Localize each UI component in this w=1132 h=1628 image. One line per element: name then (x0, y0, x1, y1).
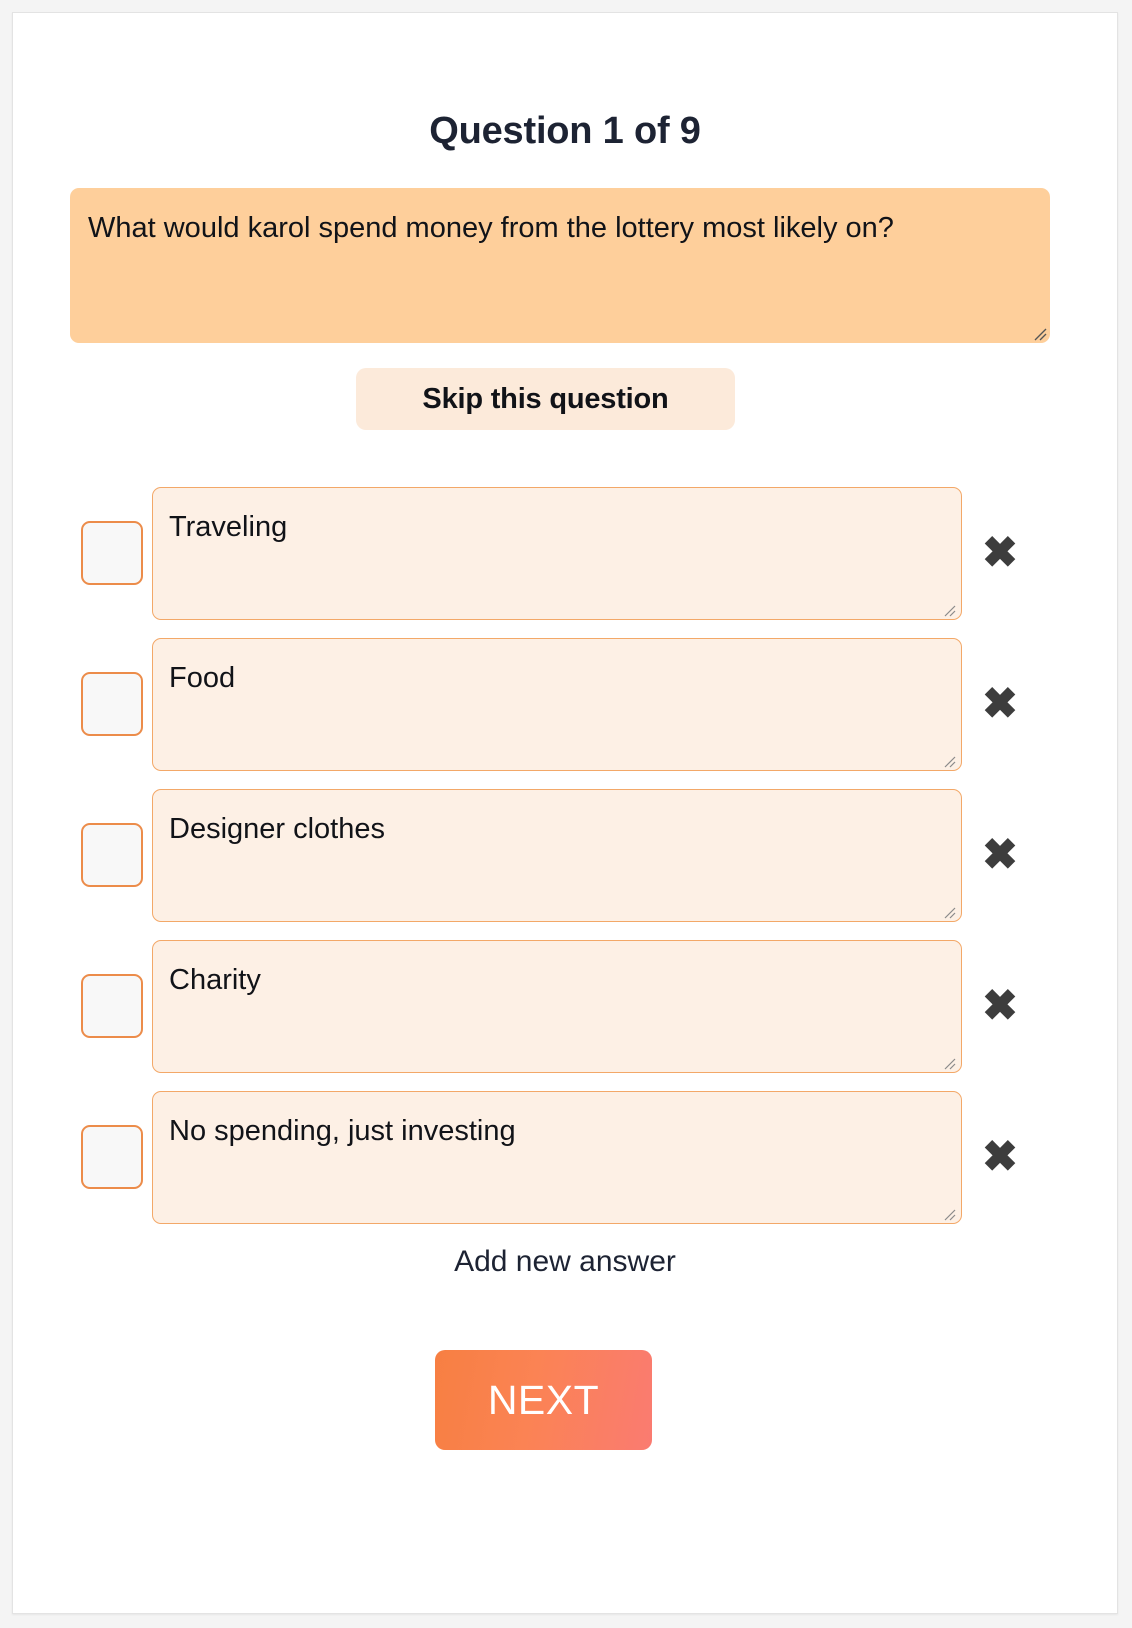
answer-input[interactable] (152, 638, 962, 771)
answer-row: ✖ (13, 781, 1117, 932)
delete-answer-icon[interactable]: ✖ (976, 982, 1024, 1030)
answer-checkbox[interactable] (81, 672, 143, 736)
answer-row: ✖ (13, 1083, 1117, 1234)
next-button[interactable]: NEXT (435, 1350, 652, 1450)
question-input[interactable] (70, 188, 1050, 343)
add-new-answer-button[interactable]: Add new answer (13, 1245, 1117, 1279)
answer-checkbox[interactable] (81, 974, 143, 1038)
answer-checkbox[interactable] (81, 1125, 143, 1189)
quiz-card: Question 1 of 9 Skip this question ✖ (12, 12, 1118, 1614)
answer-input[interactable] (152, 789, 962, 922)
delete-answer-icon[interactable]: ✖ (976, 680, 1024, 728)
delete-answer-icon[interactable]: ✖ (976, 831, 1024, 879)
answer-row: ✖ (13, 630, 1117, 781)
page-title: Question 1 of 9 (429, 110, 701, 152)
answer-input[interactable] (152, 940, 962, 1073)
answer-checkbox[interactable] (81, 521, 143, 585)
delete-answer-icon[interactable]: ✖ (976, 1133, 1024, 1181)
answer-input[interactable] (152, 487, 962, 620)
answer-row: ✖ (13, 932, 1117, 1083)
answer-checkbox[interactable] (81, 823, 143, 887)
delete-answer-icon[interactable]: ✖ (976, 529, 1024, 577)
answer-row: ✖ (13, 479, 1117, 630)
skip-question-button[interactable]: Skip this question (356, 368, 735, 430)
answers-list: ✖ ✖ (13, 479, 1117, 1234)
quiz-body: Question 1 of 9 Skip this question ✖ (13, 13, 1117, 1613)
answer-input[interactable] (152, 1091, 962, 1224)
